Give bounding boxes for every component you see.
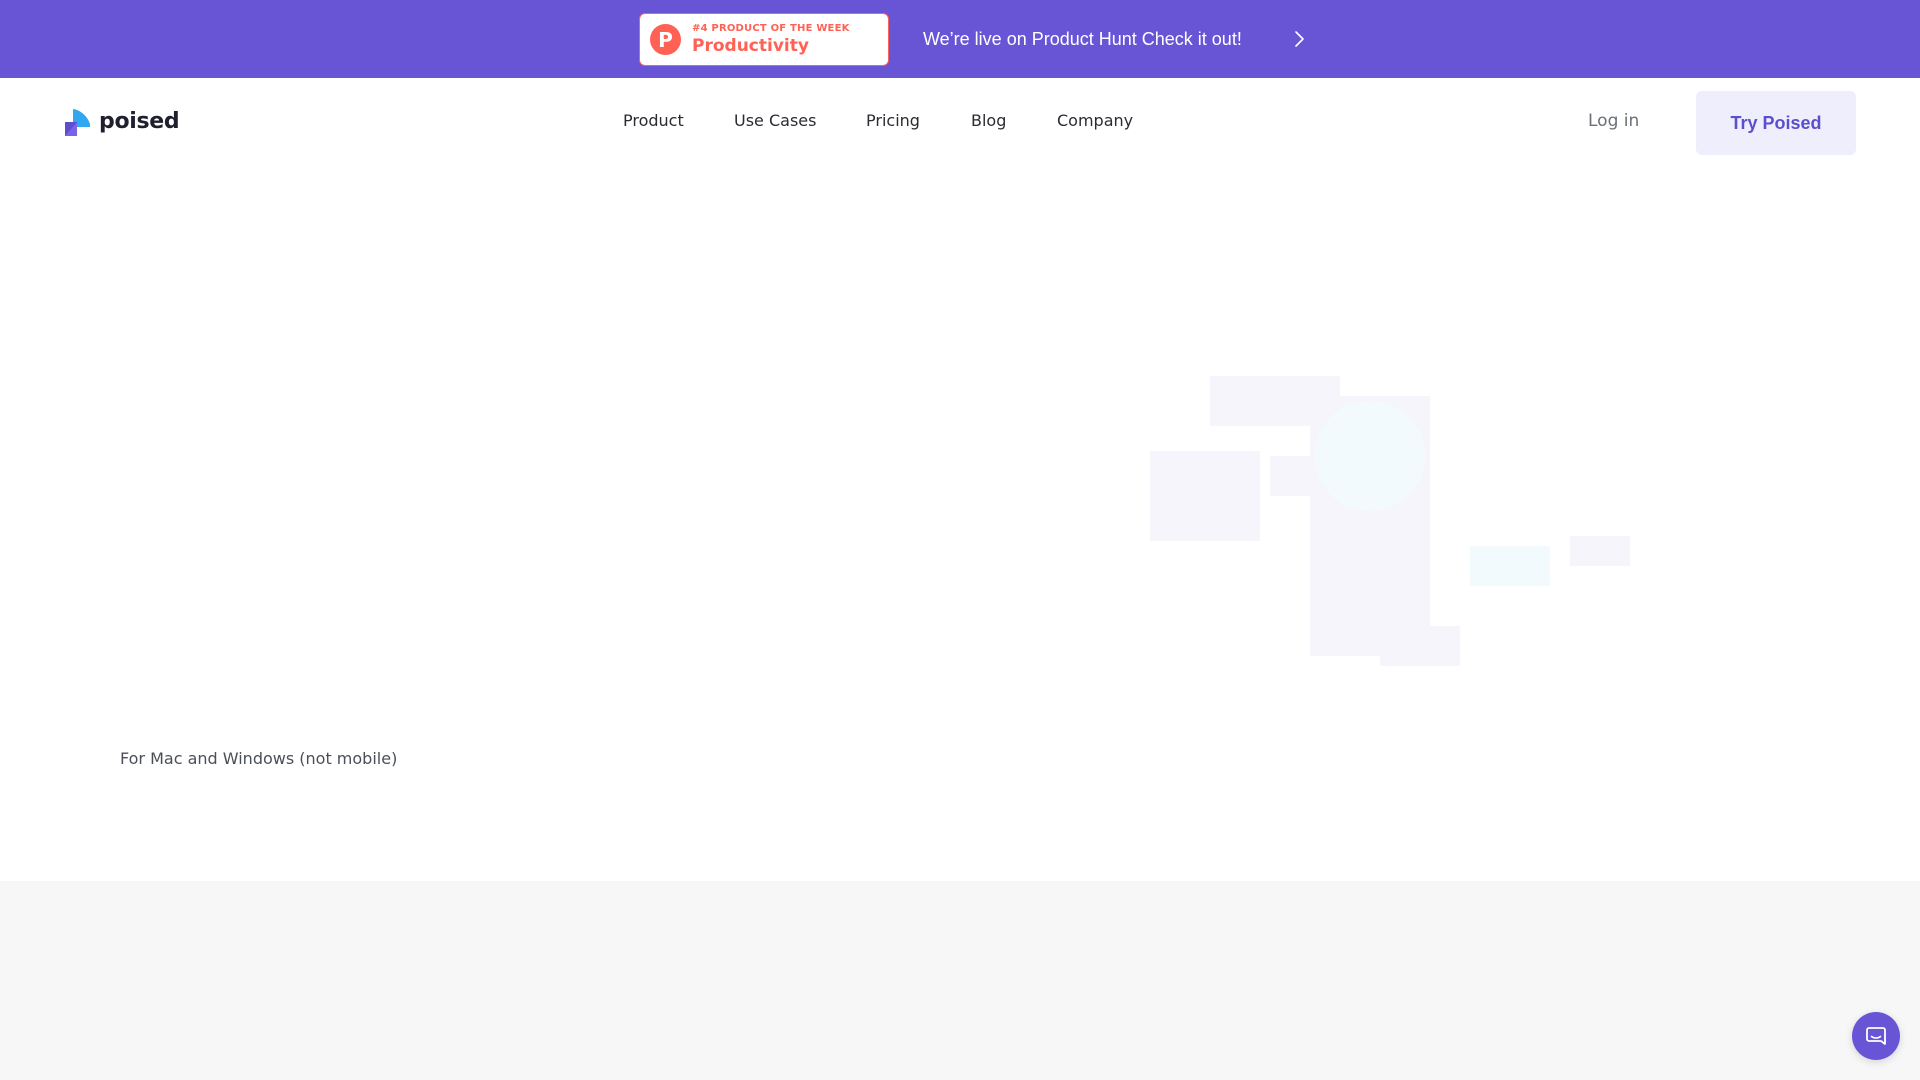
chevron-right-icon[interactable] — [1290, 27, 1308, 51]
product-hunt-badge-text: #4 PRODUCT OF THE WEEK Productivity — [692, 24, 850, 55]
brand-logo[interactable]: poised — [63, 108, 180, 136]
product-hunt-logo-icon: P — [650, 24, 681, 55]
try-poised-button[interactable]: Try Poised — [1696, 91, 1856, 155]
nav-item-pricing[interactable]: Pricing — [866, 110, 920, 132]
nav-item-company[interactable]: Company — [1057, 110, 1133, 132]
lower-section — [0, 881, 1920, 1080]
badge-kicker: #4 PRODUCT OF THE WEEK — [692, 23, 850, 34]
nav-item-use-cases[interactable]: Use Cases — [734, 110, 816, 132]
brand-name: poised — [99, 109, 180, 134]
badge-category: Productivity — [692, 36, 809, 56]
announcement-bar[interactable]: P #4 PRODUCT OF THE WEEK Productivity We… — [0, 0, 1920, 78]
chat-launcher-button[interactable] — [1852, 1012, 1900, 1060]
nav-item-product[interactable]: Product — [623, 110, 684, 132]
platform-note: For Mac and Windows (not mobile) — [120, 749, 398, 768]
announcement-message[interactable]: We’re live on Product Hunt Check it out! — [923, 27, 1242, 51]
poised-logo-icon — [65, 109, 90, 136]
site-header: poised Product Use Cases Pricing Blog Co… — [0, 78, 1920, 166]
product-hunt-logo-letter: P — [658, 27, 673, 52]
product-hunt-badge[interactable]: P #4 PRODUCT OF THE WEEK Productivity — [639, 13, 889, 66]
nav-item-blog[interactable]: Blog — [971, 110, 1006, 132]
chat-bubble-icon — [1866, 1027, 1886, 1045]
hero-illustration — [1150, 376, 1630, 666]
hero-section: For Mac and Windows (not mobile) — [0, 166, 1920, 881]
login-link[interactable]: Log in — [1588, 110, 1639, 132]
